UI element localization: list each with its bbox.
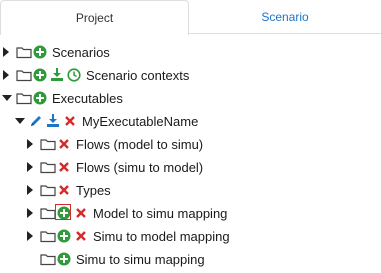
tree-item-label: Flows (simu to model) [76,159,204,175]
folder-icon [40,183,56,197]
tree-item-label: Flows (model to simu) [76,136,204,152]
tree-item-scenario-contexts[interactable]: Scenario contexts [2,64,189,86]
collapse-caret-icon[interactable] [2,92,12,104]
expand-caret-icon[interactable] [26,161,36,173]
tree-item-types[interactable]: Types [26,179,111,201]
tree-item-label: Simu to model mapping [93,228,230,244]
tree-item-label: Simu to simu mapping [76,251,205,267]
tab-scenario[interactable]: Scenario [189,0,381,34]
edit-icon[interactable] [29,114,43,128]
tree-item-label: Types [76,182,111,198]
add-icon[interactable] [57,229,71,243]
tree-item-model-to-simu-mapping[interactable]: Model to simu mapping [26,202,227,224]
delete-icon[interactable] [63,114,77,128]
tree-item-label: Executables [52,90,123,106]
clock-icon[interactable] [67,68,81,82]
delete-icon[interactable] [74,229,88,243]
add-icon[interactable] [55,204,71,220]
tree-item-label: Scenarios [52,44,110,60]
download-icon[interactable] [46,114,60,128]
add-icon[interactable] [33,45,47,59]
tree-item-simu-to-model-mapping[interactable]: Simu to model mapping [26,225,230,247]
tab-project[interactable]: Project [0,0,189,35]
expand-caret-icon[interactable] [26,184,36,196]
folder-icon [16,68,32,82]
import-icon[interactable] [50,68,64,82]
expand-caret-icon[interactable] [26,230,36,242]
collapse-caret-icon[interactable] [15,115,25,127]
folder-icon [16,91,32,105]
expand-caret-icon[interactable] [26,138,36,150]
tree-item-scenarios[interactable]: Scenarios [2,41,110,63]
delete-icon[interactable] [57,137,71,151]
delete-icon[interactable] [74,206,88,220]
tree-item-label: Model to simu mapping [93,205,228,221]
highlight-frame [55,204,71,220]
delete-icon[interactable] [57,160,71,174]
folder-icon [40,137,56,151]
expand-caret-icon[interactable] [26,207,36,219]
tree-item-label: MyExecutableName [82,113,199,129]
tree-item-executables[interactable]: Executables [2,87,123,109]
folder-icon [16,45,32,59]
folder-icon [40,160,56,174]
folder-icon [40,206,56,220]
tree-item-label: Scenario contexts [86,67,190,83]
folder-icon [40,229,56,243]
tree-item-flows-simu-to-model[interactable]: Flows (simu to model) [26,156,203,178]
expand-caret-icon[interactable] [2,46,12,58]
add-icon[interactable] [33,91,47,105]
add-icon[interactable] [57,252,71,266]
tree-item-executable[interactable]: MyExecutableName [15,110,198,132]
tree-item-simu-to-simu-mapping[interactable]: Simu to simu mapping [40,248,205,270]
delete-icon[interactable] [57,183,71,197]
tab-bar: Project Scenario [0,0,381,35]
folder-icon [40,252,56,266]
add-icon[interactable] [33,68,47,82]
expand-caret-icon[interactable] [2,69,12,81]
tree-item-flows-model-to-simu[interactable]: Flows (model to simu) [26,133,203,155]
